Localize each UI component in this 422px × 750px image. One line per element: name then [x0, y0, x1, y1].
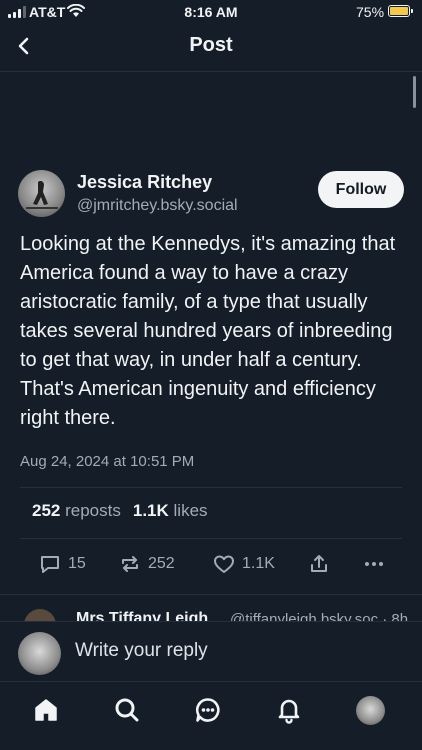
likes-count: 1.1K	[132, 501, 169, 520]
repost-button[interactable]: 252	[118, 552, 175, 576]
next-post-author-handle: @tiffanyleigh.bsky.soc · 8h	[230, 611, 409, 621]
reply-input-placeholder[interactable]: Write your reply	[75, 640, 208, 662]
share-upload-icon	[311, 555, 327, 572]
heart-icon	[214, 555, 234, 573]
home-icon	[35, 699, 57, 721]
next-post-preview[interactable]: Mrs Tiffany Leigh @tiffanyleigh.bsky.soc…	[0, 595, 422, 621]
reply-count: 15	[68, 555, 86, 572]
post-timestamp: Aug 24, 2024 at 10:51 PM	[20, 453, 195, 470]
post-stats: 252 reposts 1.1K likes	[32, 501, 208, 521]
status-bar: AT&T 8:16 AM 75%	[0, 0, 422, 26]
page-title: Post	[189, 34, 233, 56]
next-post-author-name: Mrs Tiffany Leigh	[76, 610, 209, 621]
tab-chat[interactable]	[193, 695, 223, 725]
reply-composer-bar[interactable]	[0, 621, 422, 681]
next-post-avatar	[24, 609, 56, 621]
likes-stat[interactable]: 1.1K likes	[133, 501, 208, 521]
ellipsis-icon	[365, 562, 383, 566]
author-name[interactable]: Jessica Ritchey	[77, 172, 212, 193]
likes-label: likes	[173, 501, 208, 520]
author-handle[interactable]: @jmritchey.bsky.social	[77, 197, 238, 215]
tab-home[interactable]	[31, 695, 61, 725]
battery-nub	[411, 9, 413, 13]
reposts-count: 252	[32, 501, 61, 520]
repost-arrows-icon	[122, 556, 138, 572]
follow-button[interactable]: Follow	[318, 171, 404, 208]
reposts-label: reposts	[65, 501, 121, 520]
author-avatar[interactable]	[18, 170, 65, 217]
current-user-avatar	[18, 632, 61, 675]
bell-icon	[278, 699, 300, 724]
profile-avatar	[355, 695, 385, 725]
tab-search[interactable]	[112, 695, 142, 725]
divider	[20, 538, 402, 539]
share-button[interactable]	[307, 552, 331, 576]
reposts-stat[interactable]: 252 reposts	[32, 501, 121, 521]
battery-icon	[388, 5, 410, 17]
avatar-figure-icon	[26, 181, 58, 209]
tab-profile[interactable]	[355, 695, 385, 725]
scrollbar[interactable]	[413, 76, 416, 108]
search-icon	[115, 698, 139, 722]
repost-count: 252	[148, 555, 175, 572]
like-button[interactable]: 1.1K	[212, 552, 275, 576]
battery-percent: 75%	[356, 4, 385, 20]
tab-notifications[interactable]	[274, 695, 304, 725]
reply-button[interactable]: 15	[38, 552, 86, 576]
more-options-button[interactable]	[362, 552, 386, 576]
post-text: Looking at the Kennedys, it's amazing th…	[20, 233, 396, 429]
divider	[20, 487, 402, 488]
like-count: 1.1K	[242, 555, 275, 572]
chat-bubble-icon	[195, 698, 220, 722]
header-divider	[0, 71, 422, 72]
speech-bubble-icon	[41, 556, 59, 573]
